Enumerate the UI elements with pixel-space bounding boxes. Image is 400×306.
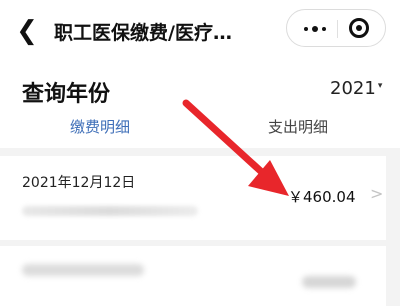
tab-expense-details[interactable]: 支出明细 <box>268 116 328 146</box>
blurred-record-amount <box>302 276 356 288</box>
query-year-label: 查询年份 <box>22 82 111 107</box>
year-selector[interactable]: 2021 ▾ <box>330 78 390 102</box>
caret-down-icon: ▾ <box>377 81 383 91</box>
payment-record[interactable]: 2021年12月12日 ￥460.04 > <box>0 156 386 240</box>
capsule-divider <box>337 20 338 38</box>
record-amount: ￥460.04 <box>288 188 356 206</box>
title-bar: ❮ 职工医保缴费/医疗… <box>0 0 400 64</box>
blurred-record-date <box>22 264 144 276</box>
more-dots-icon[interactable] <box>301 20 329 38</box>
chevron-right-icon: > <box>370 184 384 203</box>
back-chevron-icon[interactable]: ❮ <box>14 14 40 48</box>
payment-record-blurred[interactable] <box>0 246 386 306</box>
tab-payment-details[interactable]: 缴费明细 <box>70 116 130 146</box>
blurred-record-detail <box>22 206 198 216</box>
selected-year: 2021 <box>330 78 376 99</box>
miniprogram-capsule <box>286 9 386 47</box>
window-title: 职工医保缴费/医疗… <box>54 22 232 44</box>
record-date: 2021年12月12日 <box>22 175 136 191</box>
query-header: 查询年份 2021 ▾ 缴费明细 支出明细 <box>0 64 400 148</box>
miniprogram-close-icon[interactable] <box>349 18 369 38</box>
